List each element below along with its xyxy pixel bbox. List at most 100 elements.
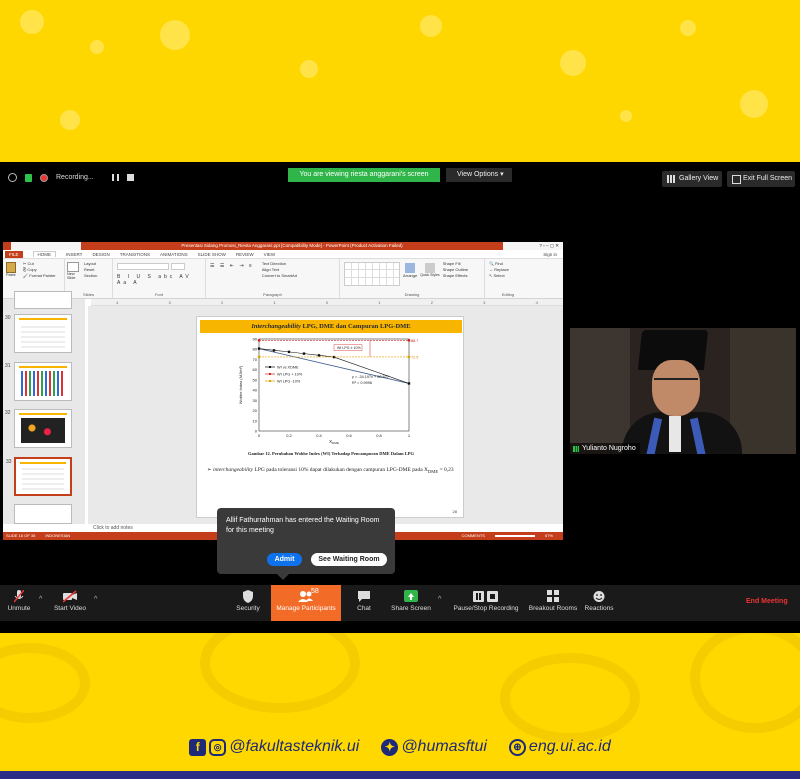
- slide-bullet: ➢ interchangeability LPG pada toleransi …: [207, 467, 454, 475]
- bottom-decoration: f ◎ @fakultasteknik.ui ✦ @humasftui ⊕ en…: [0, 633, 800, 779]
- thumbnail-title-bar: [20, 462, 66, 464]
- notification-pointer: [277, 574, 289, 580]
- find-label: Find: [495, 261, 503, 266]
- paragraph-group-label: Paragraph: [263, 292, 282, 297]
- twitter-link[interactable]: ✦ @humasftui: [381, 738, 487, 756]
- chat-icon: [358, 590, 370, 603]
- gallery-view-button[interactable]: Gallery View: [662, 171, 722, 187]
- convert-smartart-button[interactable]: Convert to SmartArt: [262, 273, 297, 279]
- list-buttons[interactable]: ☰ ☰ ⇤ ⇥ ≡: [210, 263, 254, 279]
- format-painter-button[interactable]: 🖌 Format Painter: [23, 273, 60, 279]
- quick-styles-button[interactable]: Quick Styles: [420, 261, 440, 296]
- ruler-tick: 3: [168, 299, 171, 305]
- share-screen-button[interactable]: Share Screen: [389, 585, 433, 621]
- sign-in-link[interactable]: Sign in: [543, 252, 563, 257]
- participant-name: Yulianto Nugroho: [570, 443, 640, 454]
- end-meeting-button[interactable]: End Meeting: [746, 598, 788, 605]
- thumbnail-number: 33: [6, 459, 12, 465]
- facebook-instagram-link[interactable]: f ◎ @fakultasteknik.ui: [189, 738, 359, 756]
- y-tick-label: 30: [253, 398, 258, 403]
- tab-animations[interactable]: ANIMATIONS: [160, 252, 188, 257]
- data-point: [272, 349, 276, 352]
- font-group: B I U S abc AV Aa A Font: [113, 259, 206, 298]
- tab-slide-show[interactable]: SLIDE SHOW: [198, 252, 226, 257]
- slide-thumbnail-selected[interactable]: 33: [6, 457, 72, 496]
- paste-label: Paste: [6, 273, 16, 277]
- arrange-button[interactable]: Arrange: [403, 261, 417, 296]
- paste-button[interactable]: Paste: [6, 262, 17, 282]
- lock-icon[interactable]: [25, 173, 32, 182]
- select-button[interactable]: ↖ Select: [489, 273, 527, 279]
- breakout-rooms-icon: [547, 590, 559, 603]
- tab-insert[interactable]: INSERT: [66, 252, 82, 257]
- breakout-rooms-button[interactable]: Breakout Rooms: [526, 585, 580, 621]
- tab-transitions[interactable]: TRANSITIONS: [120, 252, 150, 257]
- comments-button[interactable]: COMMENTS: [462, 532, 485, 540]
- shield-icon: [243, 590, 253, 603]
- ruler-tick: 3: [483, 299, 486, 305]
- see-waiting-room-button[interactable]: See Waiting Room: [311, 553, 387, 566]
- unmute-button[interactable]: Unmute: [2, 585, 36, 621]
- info-icon[interactable]: [8, 173, 17, 182]
- tab-file[interactable]: FILE: [5, 250, 23, 258]
- start-video-button[interactable]: Start Video: [50, 585, 90, 621]
- shape-effects-button[interactable]: Shape Effects: [443, 273, 468, 279]
- ppt-window-title: Presentasi Sidang Promosi_Riesta Anggara…: [81, 242, 503, 250]
- thumbnail-number: 30: [5, 315, 11, 321]
- tab-review[interactable]: REVIEW: [236, 252, 254, 257]
- x-tick-label: 0.8: [376, 433, 382, 438]
- academic-gown: [622, 412, 742, 454]
- ribbon-tabs: FILE HOME INSERT DESIGN TRANSITIONS ANIM…: [3, 250, 563, 259]
- instagram-icon: ◎: [209, 738, 227, 756]
- quick-access-toolbar[interactable]: [11, 242, 81, 250]
- x-tick-label: 0.4: [316, 433, 322, 438]
- data-point: [287, 350, 291, 354]
- x-tick-label: 0: [258, 433, 261, 438]
- tab-design[interactable]: DESIGN: [92, 252, 109, 257]
- audio-options-caret[interactable]: ^: [39, 596, 42, 603]
- section-button[interactable]: Section: [84, 273, 108, 279]
- editing-group: 🔍 Find ↔ Replace ↖ Select Editing: [485, 259, 531, 298]
- tab-view[interactable]: VIEW: [264, 252, 276, 257]
- pause-stop-recording-button[interactable]: Pause/Stop Recording: [451, 585, 521, 621]
- chat-button[interactable]: Chat: [350, 585, 378, 621]
- share-options-caret[interactable]: ^: [438, 596, 441, 603]
- language-indicator[interactable]: INDONESIAN: [45, 532, 70, 540]
- admit-button[interactable]: Admit: [267, 553, 302, 566]
- powerpoint-shared-screen: Presentasi Sidang Promosi_Riesta Anggara…: [3, 242, 563, 540]
- bullet-italic: interchangeability: [212, 467, 254, 473]
- slide-thumbnail[interactable]: 32: [5, 409, 72, 448]
- data-point: [257, 355, 261, 359]
- font-family-select[interactable]: [117, 263, 169, 270]
- slide-thumbnail[interactable]: [14, 504, 72, 524]
- x-tick-label: 0.6: [346, 433, 352, 438]
- website-link[interactable]: ⊕ eng.ui.ac.id: [508, 738, 611, 756]
- font-format-buttons[interactable]: B I U S abc AV Aa A: [117, 274, 201, 286]
- slide-thumbnail[interactable]: 31: [5, 362, 72, 401]
- wobbe-index-chart: 01020304050607080900 0.2 0.4 0.6 0.8 1Wobbe I…: [238, 337, 418, 446]
- paragraph-group: ☰ ☰ ⇤ ⇥ ≡ Text Direction Align Text Conv…: [206, 259, 340, 298]
- font-size-select[interactable]: [171, 263, 185, 270]
- view-options-button[interactable]: View Options ▾: [446, 168, 512, 182]
- zoom-level[interactable]: 67%: [545, 532, 563, 540]
- current-slide[interactable]: Interchangeability LPG, DME dan Campuran…: [196, 316, 464, 518]
- stop-recording-icon[interactable]: [126, 174, 134, 181]
- exit-fullscreen-button[interactable]: Exit Full Screen: [727, 171, 795, 187]
- video-options-caret[interactable]: ^: [94, 596, 97, 603]
- new-slide-button[interactable]: New Slide: [67, 262, 80, 280]
- pause-recording-icon[interactable]: [111, 174, 119, 181]
- slide-counter: SLIDE 16 OF 35: [6, 533, 36, 538]
- facebook-icon: f: [189, 738, 207, 756]
- bullet-value: = 0,23: [438, 467, 454, 473]
- tab-home[interactable]: HOME: [32, 251, 57, 257]
- participant-video[interactable]: Yulianto Nugroho: [570, 328, 796, 454]
- slide-thumbnail[interactable]: [14, 291, 72, 309]
- shapes-gallery[interactable]: [344, 262, 400, 286]
- window-controls[interactable]: ? ▫ – ▢ ✕: [503, 243, 563, 249]
- glasses: [654, 378, 698, 386]
- manage-participants-button[interactable]: 58 Manage Participants: [271, 585, 341, 621]
- slide-thumbnail[interactable]: 30: [5, 314, 72, 353]
- security-button[interactable]: Security: [230, 585, 266, 621]
- reactions-button[interactable]: Reactions: [583, 585, 615, 621]
- zoom-slider[interactable]: [494, 535, 535, 537]
